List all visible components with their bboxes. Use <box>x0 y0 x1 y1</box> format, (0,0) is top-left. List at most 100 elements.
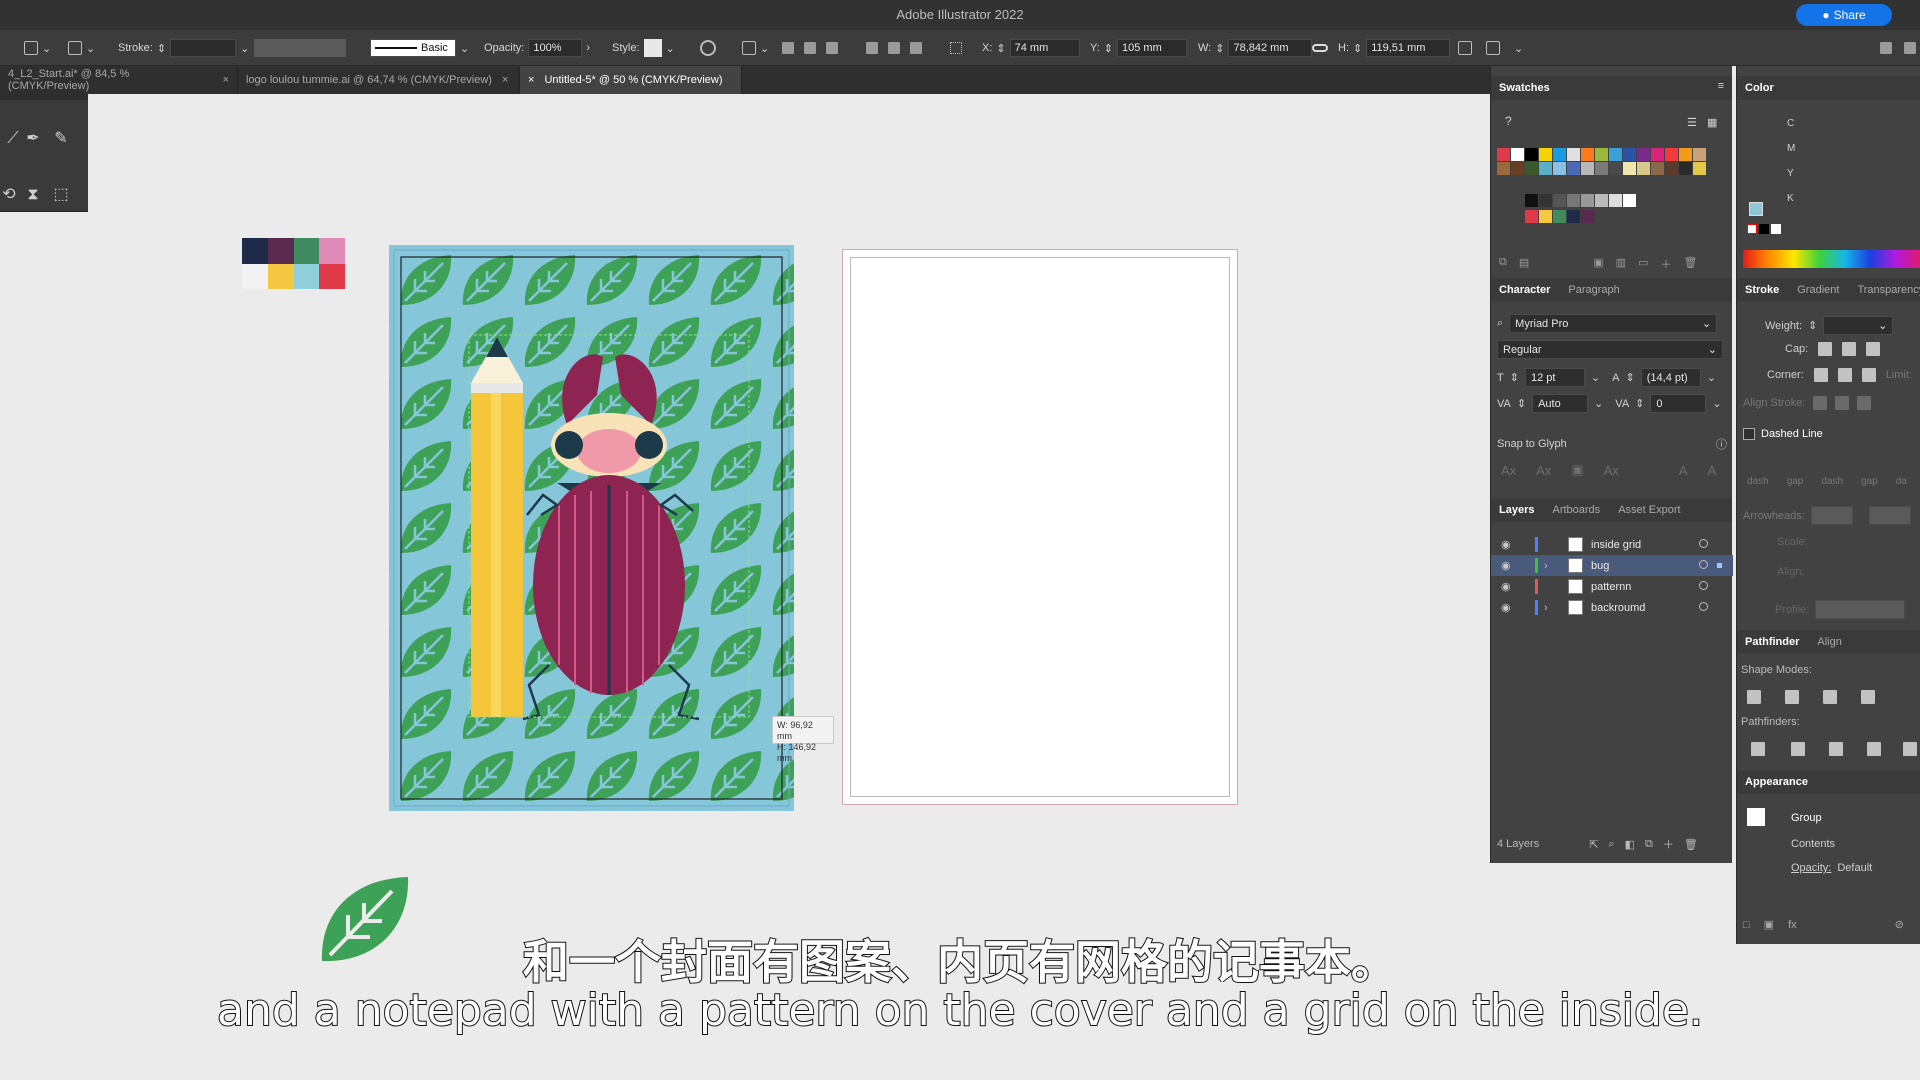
visibility-eye-icon[interactable]: ◉ <box>1501 559 1515 572</box>
profile-select[interactable] <box>1815 600 1906 619</box>
tab-align[interactable]: Align <box>1817 636 1841 648</box>
direct-select-toggle[interactable]: ⌄ <box>68 39 95 57</box>
info-icon[interactable]: ⓘ <box>1716 436 1727 452</box>
reflect-tool-icon[interactable]: ⧗ <box>24 186 42 204</box>
snap-bounds-icon[interactable]: ▣ <box>1571 462 1583 478</box>
projecting-cap-icon[interactable] <box>1866 342 1881 356</box>
palette-swatch[interactable] <box>319 238 345 264</box>
layer-row[interactable]: ◉ patternn <box>1491 576 1733 597</box>
swatch[interactable] <box>1609 194 1622 207</box>
swatch[interactable] <box>1637 162 1650 175</box>
swatch[interactable] <box>1553 162 1566 175</box>
swatch[interactable] <box>1525 162 1538 175</box>
align-right-icon[interactable] <box>826 42 838 54</box>
brush-definition[interactable]: Basic ⌄ <box>370 39 469 57</box>
scale-tool-icon[interactable]: ⬚ <box>52 186 70 204</box>
palette-swatch[interactable] <box>242 238 268 264</box>
clipping-mask-icon[interactable]: ◧ <box>1625 838 1635 851</box>
panel-menu-icon[interactable]: ≡ <box>1718 80 1724 92</box>
tab-gradient[interactable]: Gradient <box>1797 284 1839 296</box>
new-sublayer-icon[interactable]: ⧉ <box>1645 838 1653 851</box>
swatch[interactable] <box>1553 148 1566 161</box>
palette-swatch[interactable] <box>267 263 294 289</box>
color-spectrum[interactable] <box>1743 250 1920 268</box>
pen-tool-icon[interactable]: ✒ <box>24 130 42 148</box>
tab-artboards[interactable]: Artboards <box>1552 504 1600 516</box>
visibility-eye-icon[interactable]: ◉ <box>1501 538 1515 551</box>
swatch[interactable] <box>1567 210 1580 223</box>
opacity-control[interactable]: Opacity: 100% › <box>484 39 590 57</box>
swatch[interactable] <box>1637 148 1650 161</box>
style-swatch[interactable] <box>643 39 662 57</box>
swatch[interactable] <box>1567 148 1580 161</box>
palette-swatch[interactable] <box>242 263 268 289</box>
close-icon[interactable]: × <box>502 74 508 86</box>
kerning-field[interactable]: Auto <box>1532 394 1589 413</box>
layer-row[interactable]: ◉ › bug <box>1491 555 1733 576</box>
new-folder-icon[interactable]: ▭ <box>1638 256 1648 270</box>
swatch[interactable] <box>1693 162 1706 175</box>
align-center-stroke-icon[interactable] <box>1813 396 1828 410</box>
white-swatch[interactable] <box>1771 224 1781 234</box>
intersect-icon[interactable] <box>1823 690 1837 704</box>
align-outside-stroke-icon[interactable] <box>1857 396 1872 410</box>
variable-width-profile[interactable] <box>254 39 346 57</box>
swatch[interactable] <box>1623 194 1636 207</box>
merge-icon[interactable] <box>1829 742 1843 756</box>
transform-grid-icon[interactable] <box>950 42 962 54</box>
artboard-inside-grid[interactable] <box>842 249 1238 805</box>
swatch[interactable] <box>1665 162 1678 175</box>
layer-row[interactable]: ◉ inside grid <box>1491 534 1733 555</box>
font-family-select[interactable]: Myriad Pro ⌄ <box>1509 314 1718 333</box>
tab-logo-loulou[interactable]: logo loulou tummie.ai @ 64,74 % (CMYK/Pr… <box>238 66 520 94</box>
selection-indicator[interactable] <box>1717 563 1722 568</box>
x-control[interactable]: X: ⇕ 74 mm <box>982 39 1080 57</box>
snap-proximity-icon[interactable]: Ax <box>1604 463 1619 478</box>
align-left-icon[interactable] <box>782 42 794 54</box>
swatch[interactable] <box>1525 194 1538 207</box>
swatch-options-icon[interactable]: ▣ <box>1593 256 1603 270</box>
unite-icon[interactable] <box>1747 690 1761 704</box>
swatch[interactable] <box>1609 148 1622 161</box>
y-control[interactable]: Y: ⇕ 105 mm <box>1090 39 1188 57</box>
miter-join-icon[interactable] <box>1813 368 1828 382</box>
swatch[interactable] <box>1553 210 1566 223</box>
crop-icon[interactable] <box>1867 742 1881 756</box>
exclude-icon[interactable] <box>1861 690 1875 704</box>
trim-icon[interactable] <box>1791 742 1805 756</box>
transform-icon[interactable] <box>1458 41 1472 55</box>
stroke-weight-field[interactable] <box>170 39 237 57</box>
expand-chevron-icon[interactable]: › <box>1544 560 1556 572</box>
palette-swatch[interactable] <box>293 263 320 289</box>
grid-view-icon[interactable]: ▦ <box>1707 116 1717 129</box>
round-join-icon[interactable] <box>1837 368 1852 382</box>
target-circle-icon[interactable] <box>1699 602 1708 611</box>
swatch[interactable] <box>1595 162 1608 175</box>
swatch[interactable] <box>1539 194 1552 207</box>
rotate-tool-icon[interactable]: ⟲ <box>0 186 18 204</box>
isolate-icon[interactable] <box>1486 41 1500 55</box>
tab-layers[interactable]: Layers <box>1499 504 1534 516</box>
black-swatch[interactable] <box>1759 224 1769 234</box>
swatch[interactable] <box>1581 210 1594 223</box>
snap-xheight-icon[interactable]: Ax <box>1536 463 1551 478</box>
snap-anchor-icon[interactable]: A <box>1707 463 1716 478</box>
anchor-tool-icon[interactable]: ✎ <box>52 130 70 148</box>
locate-icon[interactable]: ⌕ <box>1608 838 1614 851</box>
delete-layer-icon[interactable]: 🗑 <box>1684 838 1698 851</box>
layer-row[interactable]: ◉ › backroumd <box>1491 597 1733 618</box>
export-icon[interactable]: ⇱ <box>1589 838 1598 851</box>
tab-untitled-5[interactable]: × Untitled-5* @ 50 % (CMYK/Preview) <box>520 66 742 94</box>
snap-angular-icon[interactable]: A <box>1679 463 1688 478</box>
swatch[interactable] <box>1581 162 1594 175</box>
swatch[interactable] <box>1511 162 1524 175</box>
menu-icon[interactable] <box>1904 42 1916 54</box>
align-middle-icon[interactable] <box>888 42 900 54</box>
visibility-eye-icon[interactable]: ◉ <box>1501 601 1515 614</box>
snap-baseline-icon[interactable]: Ax <box>1501 463 1516 478</box>
color-group-icon[interactable]: ▥ <box>1616 256 1626 270</box>
swatch[interactable] <box>1693 148 1706 161</box>
selection-tool-toggle[interactable]: ⌄ <box>24 39 51 57</box>
tab-character[interactable]: Character <box>1499 284 1550 296</box>
h-field[interactable]: 119,51 mm <box>1366 39 1451 57</box>
